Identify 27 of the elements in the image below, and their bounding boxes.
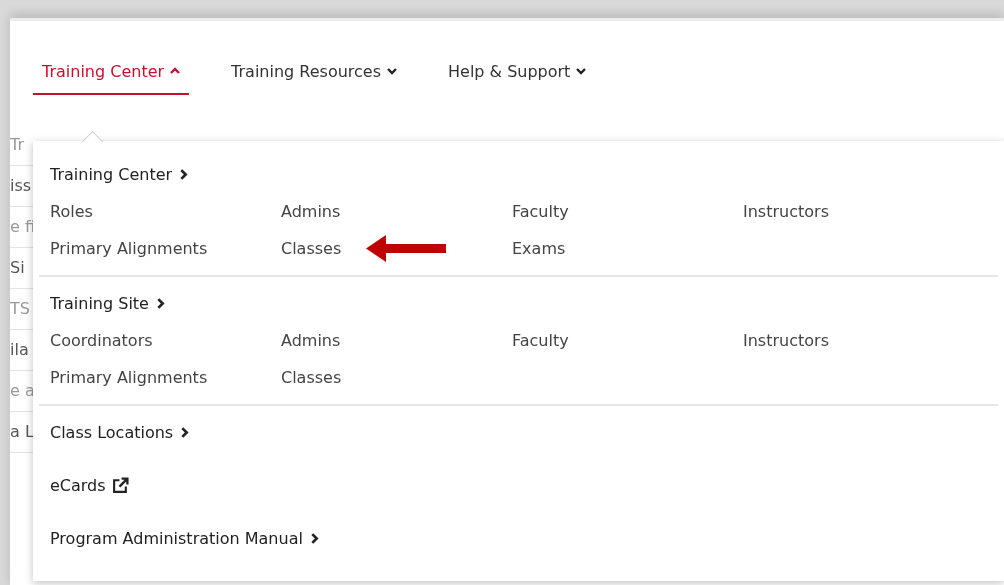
caret-icon xyxy=(387,67,397,75)
menu-item[interactable]: Primary Alignments xyxy=(50,368,208,387)
menu-item[interactable]: Classes xyxy=(281,239,342,258)
menu-heading[interactable]: eCards xyxy=(39,467,135,504)
menu-item[interactable]: Faculty xyxy=(512,331,569,350)
menu-item[interactable]: Instructors xyxy=(743,331,829,350)
menu-item[interactable]: Admins xyxy=(281,331,341,350)
chevron-right-icon xyxy=(179,427,191,438)
menu-item[interactable]: Instructors xyxy=(743,202,829,221)
nav-tab[interactable]: Help & Support xyxy=(439,59,596,95)
menu-item[interactable]: Admins xyxy=(281,202,341,221)
menu-heading[interactable]: Class Locations xyxy=(39,414,197,451)
chevron-right-icon xyxy=(178,169,190,180)
menu-item[interactable]: Roles xyxy=(50,202,93,221)
menu-item[interactable]: Faculty xyxy=(512,202,569,221)
menu-heading[interactable]: Training Site xyxy=(39,285,172,322)
menu-item[interactable]: Primary Alignments xyxy=(50,239,208,258)
caret-icon xyxy=(576,67,587,75)
external-link-icon xyxy=(111,477,129,494)
nav-tab[interactable]: Training Center xyxy=(33,59,190,95)
caret-icon xyxy=(170,67,181,75)
menu-heading[interactable]: Training Center xyxy=(39,156,196,193)
menu-item[interactable]: Classes xyxy=(281,368,342,387)
menu-item[interactable]: Coordinators xyxy=(50,331,153,350)
nav-tab[interactable]: Training Resources xyxy=(222,59,406,95)
menu-item[interactable]: Exams xyxy=(512,239,566,258)
menu-heading[interactable]: Program Administration Manual xyxy=(39,520,326,557)
